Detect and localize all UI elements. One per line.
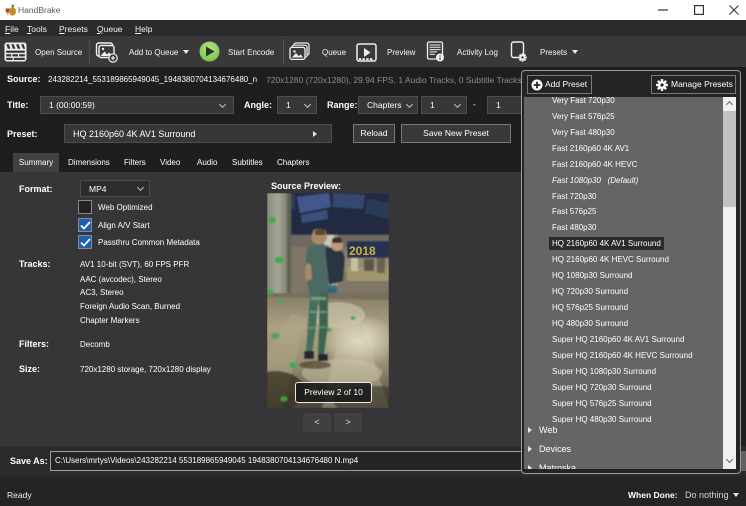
svg-text:2018: 2018 (349, 244, 376, 258)
